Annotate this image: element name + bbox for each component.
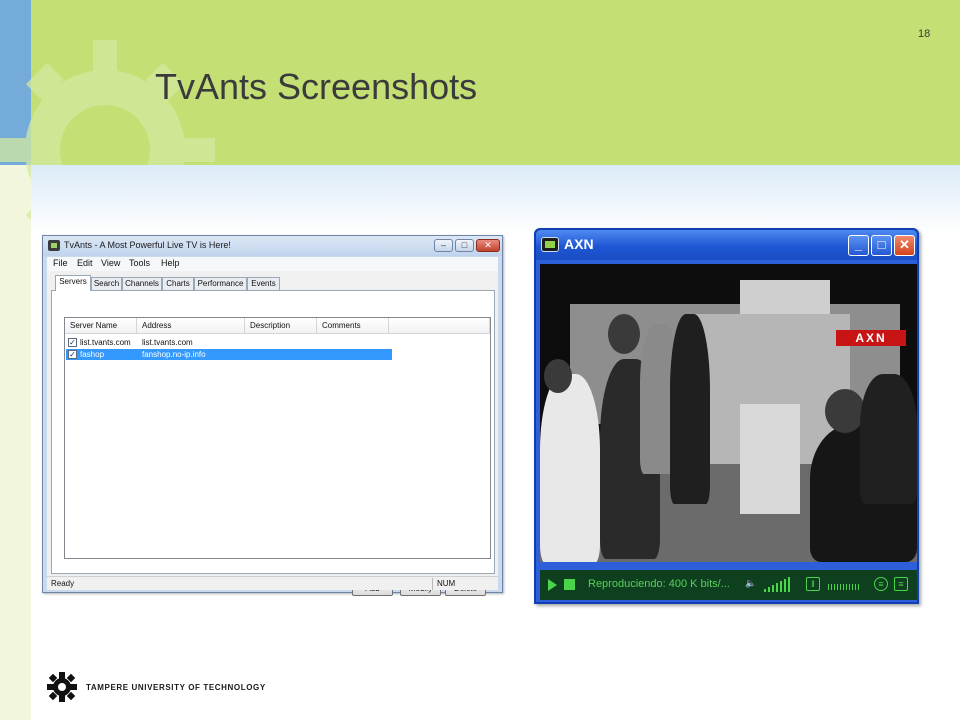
volume-tick (788, 577, 790, 592)
player-window: AXN _ □ ✕ AXN Reproduciendo: 400 K bits/… (534, 228, 919, 604)
minimize-button[interactable]: _ (848, 235, 869, 256)
audio-level-meter (828, 584, 860, 590)
checkmark-icon: ✓ (69, 350, 76, 359)
list-icon[interactable]: ≡ (894, 577, 908, 591)
volume-tick (784, 579, 786, 592)
status-ready: Ready (51, 579, 75, 588)
playback-status: Reproduciendo: 400 K bits/... (588, 578, 730, 590)
volume-tick (764, 589, 766, 592)
menu-file[interactable]: File (53, 258, 68, 268)
close-icon: ✕ (484, 240, 492, 250)
video-person-head (825, 389, 865, 433)
minimize-icon: – (440, 240, 446, 250)
maximize-icon: □ (877, 237, 886, 252)
slide-number: 18 (918, 28, 931, 40)
video-person-head (608, 314, 640, 354)
video-person-back (670, 314, 710, 504)
tv-app-icon (541, 237, 559, 252)
status-num: NUM (437, 579, 456, 588)
volume-tick (768, 587, 770, 592)
table-row-selected[interactable]: ✓ fashop fanshop.no-ip.info (66, 349, 392, 360)
tab-search[interactable]: Search (91, 277, 122, 290)
menu-help[interactable]: Help (161, 258, 180, 268)
status-bar: Ready NUM (47, 576, 498, 590)
tvants-app-icon (48, 240, 60, 251)
tab-performance[interactable]: Performance (194, 277, 247, 290)
stop-icon[interactable] (564, 579, 575, 590)
video-scene-cabinet (740, 404, 800, 514)
close-button[interactable]: ✕ (894, 235, 915, 256)
column-address[interactable]: Address (137, 318, 245, 334)
server-name: list.tvants.com (80, 338, 131, 347)
equalizer-icon[interactable]: ‖ (806, 577, 820, 591)
slide-title: TvAnts Screenshots (155, 66, 478, 107)
chat-icon[interactable]: ≡ (874, 577, 888, 591)
server-address: list.tvants.com (142, 338, 193, 347)
column-comments[interactable]: Comments (317, 318, 389, 334)
server-list[interactable]: Server Name Address Description Comments… (64, 317, 491, 559)
speaker-icon[interactable]: 🔈 (744, 577, 758, 591)
volume-tick (776, 583, 778, 592)
player-window-title: AXN (564, 236, 594, 252)
tab-container: Servers Search Channels Charts Performan… (47, 271, 498, 596)
table-row[interactable]: ✓ list.tvants.com list.tvants.com (66, 337, 392, 348)
server-address: fanshop.no-ip.info (142, 350, 206, 359)
close-button[interactable]: ✕ (476, 239, 500, 252)
volume-tick (780, 581, 782, 592)
tab-events[interactable]: Events (247, 277, 280, 290)
university-logo-icon (47, 672, 77, 702)
server-checkbox[interactable]: ✓ (68, 338, 77, 347)
axn-channel-logo: AXN (836, 330, 906, 346)
tvants-title-bar[interactable]: TvAnts - A Most Powerful Live TV is Here… (43, 236, 502, 256)
maximize-button[interactable]: □ (455, 239, 474, 252)
video-person-left (540, 374, 600, 562)
menu-view[interactable]: View (101, 258, 120, 268)
column-filler (389, 318, 490, 334)
servers-tab-panel: Server Name Address Description Comments… (51, 290, 495, 574)
server-name: fashop (80, 350, 105, 359)
player-controls: Reproduciendo: 400 K bits/... 🔈 ‖ ≡ ≡ (540, 570, 917, 600)
menu-bar: File Edit View Tools Help (47, 257, 498, 271)
column-description[interactable]: Description (245, 318, 317, 334)
tvants-window: TvAnts - A Most Powerful Live TV is Here… (42, 235, 503, 596)
status-separator (432, 578, 433, 590)
tab-servers[interactable]: Servers (55, 275, 91, 291)
minimize-icon: _ (854, 237, 863, 252)
video-person-far-right (860, 374, 917, 504)
tab-channels[interactable]: Channels (122, 277, 162, 290)
tvants-window-title: TvAnts - A Most Powerful Live TV is Here… (64, 240, 231, 250)
volume-slider[interactable] (764, 576, 794, 592)
slide-content-band (31, 165, 960, 235)
checkmark-icon: ✓ (69, 338, 76, 347)
close-icon: ✕ (899, 237, 910, 252)
maximize-icon: □ (461, 240, 468, 250)
volume-tick (772, 585, 774, 592)
menu-edit[interactable]: Edit (77, 258, 93, 268)
server-checkbox[interactable]: ✓ (68, 350, 77, 359)
menu-tools[interactable]: Tools (129, 258, 150, 268)
tab-charts[interactable]: Charts (162, 277, 194, 290)
maximize-button[interactable]: □ (871, 235, 892, 256)
video-person-head (544, 359, 572, 393)
footer-university-name: TAMPERE UNIVERSITY OF TECHNOLOGY (86, 683, 266, 692)
video-frame[interactable]: AXN (540, 264, 917, 562)
player-title-bar[interactable]: AXN _ □ ✕ (536, 230, 917, 260)
play-icon[interactable] (548, 579, 557, 591)
minimize-button[interactable]: – (434, 239, 453, 252)
column-server-name[interactable]: Server Name (65, 318, 137, 334)
